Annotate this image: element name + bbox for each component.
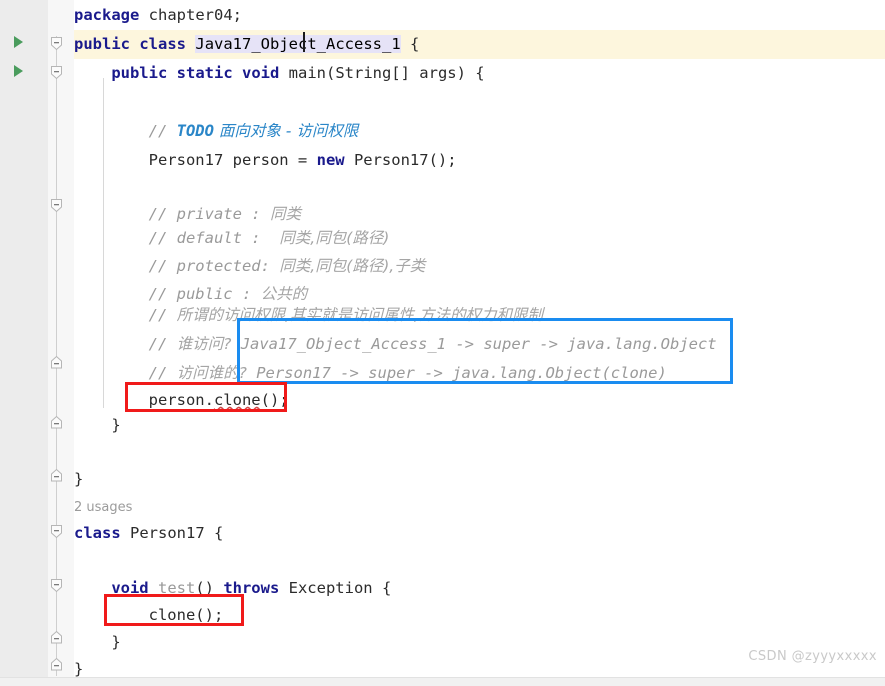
line-new-person-token-0: Person17 person = [148,151,317,169]
line-main-decl-token-0: public [111,64,168,82]
line-class-decl-token-4: Java17_Object_Access_1 [195,35,401,53]
code-editor-area[interactable]: package chapter04; public class Java17_Ob… [74,0,885,686]
indent-guide-0 [103,78,104,408]
line-new-person-token-1: new [316,151,345,169]
line-test-decl[interactable]: void test() throws Exception { [111,574,391,603]
line-cmt-meaning-token-1: 所谓的访问权限,其实就是访问属性,方法的权力和限制. [176,306,548,324]
line-cmt-access-whose[interactable]: // 访问谁的? Person17 -> super -> java.lang.… [149,359,667,388]
line-usages-hint-token-0: 2 usages [74,500,133,515]
line-class-decl-token-2: class [139,35,187,53]
line-main-decl-token-1 [167,64,176,82]
fold-comment-open-icon[interactable] [49,198,64,213]
line-class-decl-token-0: public [74,35,130,53]
line-class-decl-token-3 [186,35,195,53]
line-clone-call-token-0: clone(); [148,606,224,624]
line-person-clone-token-2: (); [260,391,289,409]
line-cmt-protected-token-0: // protected: [148,257,280,275]
line-todo[interactable]: // TODO 面向对象 - 访问权限 [149,117,359,146]
line-class-decl-token-1 [130,35,139,53]
fold-class-end-icon[interactable] [49,468,64,483]
line-cmt-access-whose-token-0: // [148,364,177,382]
fold-main-end-icon[interactable] [49,355,64,370]
line-cmt-who-access-token-1: 谁访问? [176,335,232,353]
fold-main-close-icon[interactable] [49,415,64,430]
line-class-decl-token-5: { [400,35,420,53]
line-test-decl-token-2: test [157,579,196,597]
line-cmt-access-whose-token-1: 访问谁的? [176,364,247,382]
fold-person-open-icon[interactable] [49,524,64,539]
run-main-arrow-icon[interactable] [14,65,23,77]
line-test-decl-token-3: () [195,579,224,597]
line-cmt-private-token-1: 同类 [269,205,301,223]
line-main-close[interactable]: } [111,411,120,440]
line-person17-decl-token-1: Person17 { [120,524,224,542]
line-person-clone-token-0: person. [148,391,214,409]
fold-test-open-icon[interactable] [49,578,64,593]
fold-main-open-icon[interactable] [49,65,64,80]
line-person17-close-token-0: } [74,660,84,678]
line-cmt-who-access[interactable]: // 谁访问? Java17_Object_Access_1 -> super … [149,330,717,359]
line-main-decl-token-3 [233,64,242,82]
fold-class-open-icon[interactable] [49,36,64,51]
line-main-close-token-0: } [111,416,121,434]
line-person17-decl[interactable]: class Person17 { [74,519,223,548]
line-cmt-meaning-token-0: // [148,306,177,324]
line-cmt-protected[interactable]: // protected: 同类,同包(路径),子类 [149,252,426,281]
line-cmt-default-token-0: // default : [148,229,280,247]
fold-test-end-icon[interactable] [49,630,64,645]
line-test-decl-token-4: throws [223,579,280,597]
line-class-close[interactable]: } [74,465,83,494]
line-cmt-default[interactable]: // default : 同类,同包(路径) [149,224,390,253]
line-test-close[interactable]: } [111,628,120,657]
line-main-decl-token-2: static [176,64,233,82]
line-cmt-access-whose-token-2: Person17 -> super -> java.lang.Object(cl… [246,364,667,382]
line-person17-decl-token-0: class [74,524,121,542]
line-new-person-token-2: Person17(); [344,151,457,169]
line-todo-token-1: TODO [176,122,214,140]
line-person-clone-token-1: clone [213,391,261,409]
line-main-decl-token-5: main(String[] args) { [279,64,485,82]
line-test-close-token-0: } [111,633,121,651]
editor-bottom-bar [0,677,885,686]
line-main-decl[interactable]: public static void main(String[] args) { [111,59,484,88]
run-class-arrow-icon[interactable] [14,36,23,48]
line-new-person[interactable]: Person17 person = new Person17(); [149,146,457,175]
line-cmt-meaning[interactable]: // 所谓的访问权限,其实就是访问属性,方法的权力和限制. [149,301,548,330]
line-cmt-protected-token-1: 同类,同包(路径),子类 [279,257,426,275]
text-caret [303,32,305,52]
line-cmt-default-token-1: 同类,同包(路径) [279,229,390,247]
line-package-token-0: package [74,6,140,24]
line-package[interactable]: package chapter04; [74,1,242,30]
line-test-decl-token-0: void [111,579,149,597]
line-todo-token-2: 面向对象 - 访问权限 [213,122,359,140]
line-test-decl-token-5: Exception { [279,579,392,597]
line-class-close-token-0: } [74,470,84,488]
line-cmt-private-token-0: // private : [148,205,270,223]
editor-gutter[interactable] [0,0,48,686]
line-test-decl-token-1 [149,579,158,597]
line-clone-call[interactable]: clone(); [149,601,224,630]
line-cmt-who-access-token-2: Java17_Object_Access_1 -> super -> java.… [231,335,717,353]
line-todo-token-0: // [148,122,177,140]
csdn-watermark: CSDN @zyyyxxxxx [748,649,877,664]
fold-person-end-icon[interactable] [49,657,64,672]
line-usages-hint[interactable]: 2 usages [74,492,132,521]
line-package-token-1: chapter04; [139,6,242,24]
line-person-clone[interactable]: person.clone(); [149,386,289,415]
line-class-decl[interactable]: public class Java17_Object_Access_1 { [74,30,419,59]
line-cmt-who-access-token-0: // [148,335,177,353]
line-main-decl-token-4: void [242,64,280,82]
